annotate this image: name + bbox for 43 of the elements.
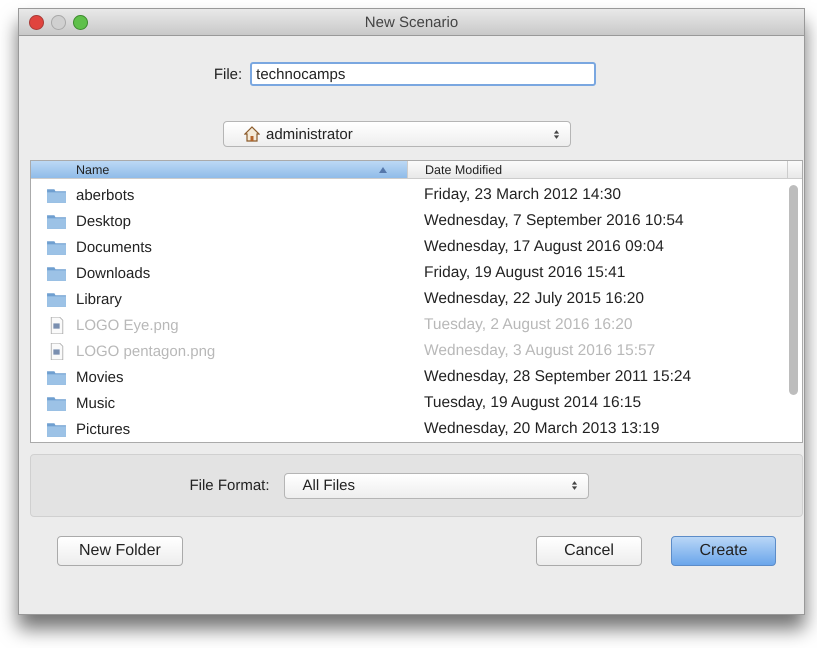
file-format-label: File Format:	[189, 477, 270, 494]
stepper-arrows-icon	[570, 480, 578, 491]
minimize-icon[interactable]	[51, 14, 66, 30]
folder-icon	[46, 290, 67, 308]
close-icon[interactable]	[29, 14, 44, 30]
file-name[interactable]: Pictures	[31, 420, 408, 438]
file-label: File:	[214, 66, 242, 82]
date-modified: Wednesday, 20 March 2013 13:19	[423, 420, 660, 438]
date-modified: Tuesday, 2 August 2016 16:20	[423, 316, 633, 334]
date-modified: Friday, 19 August 2016 15:41	[423, 264, 626, 282]
folder-icon	[46, 368, 67, 386]
date-modified: Wednesday, 28 September 2011 15:24	[423, 368, 692, 386]
file-format-popup[interactable]: All Files	[284, 472, 588, 498]
window-title: New Scenario	[364, 14, 458, 30]
column-header[interactable]: Name	[31, 161, 408, 178]
file-name[interactable]: Desktop	[31, 212, 408, 230]
file-name-field[interactable]: technocamps	[250, 62, 596, 86]
cancel-button[interactable]: Cancel	[536, 536, 642, 566]
file-name[interactable]: Movies	[31, 368, 408, 386]
date-modified: Tuesday, 19 August 2014 16:15	[423, 394, 642, 412]
folder-icon	[46, 394, 67, 412]
date-modified: Wednesday, 3 August 2016 15:57	[423, 342, 656, 360]
folder-icon	[46, 186, 67, 204]
date-modified: Wednesday, 22 July 2015 16:20	[423, 290, 644, 308]
file-name[interactable]: Downloads	[31, 264, 408, 282]
date-modified: Friday, 23 March 2012 14:30	[423, 186, 622, 204]
folder-icon	[46, 212, 67, 230]
file-name[interactable]: aberbots	[31, 186, 408, 204]
date-modified: Wednesday, 17 August 2016 09:04	[423, 238, 664, 256]
zoom-icon[interactable]	[73, 14, 88, 30]
house-icon	[244, 126, 260, 142]
file-name[interactable]: Documents	[31, 238, 408, 256]
folder-icon	[46, 238, 67, 256]
column-header[interactable]: Date Modified	[408, 161, 788, 178]
location-popup[interactable]: administrator	[223, 121, 571, 147]
stepper-arrows-icon	[553, 128, 560, 140]
date-modified: Wednesday, 7 September 2016 10:54	[423, 212, 684, 230]
create-button[interactable]: Create	[671, 536, 776, 566]
folder-icon	[46, 264, 67, 282]
folder-icon	[46, 420, 67, 438]
file-name[interactable]: Music	[31, 394, 408, 412]
file-name[interactable]: Library	[31, 290, 408, 308]
new-folder-button[interactable]: New Folder	[57, 536, 183, 566]
